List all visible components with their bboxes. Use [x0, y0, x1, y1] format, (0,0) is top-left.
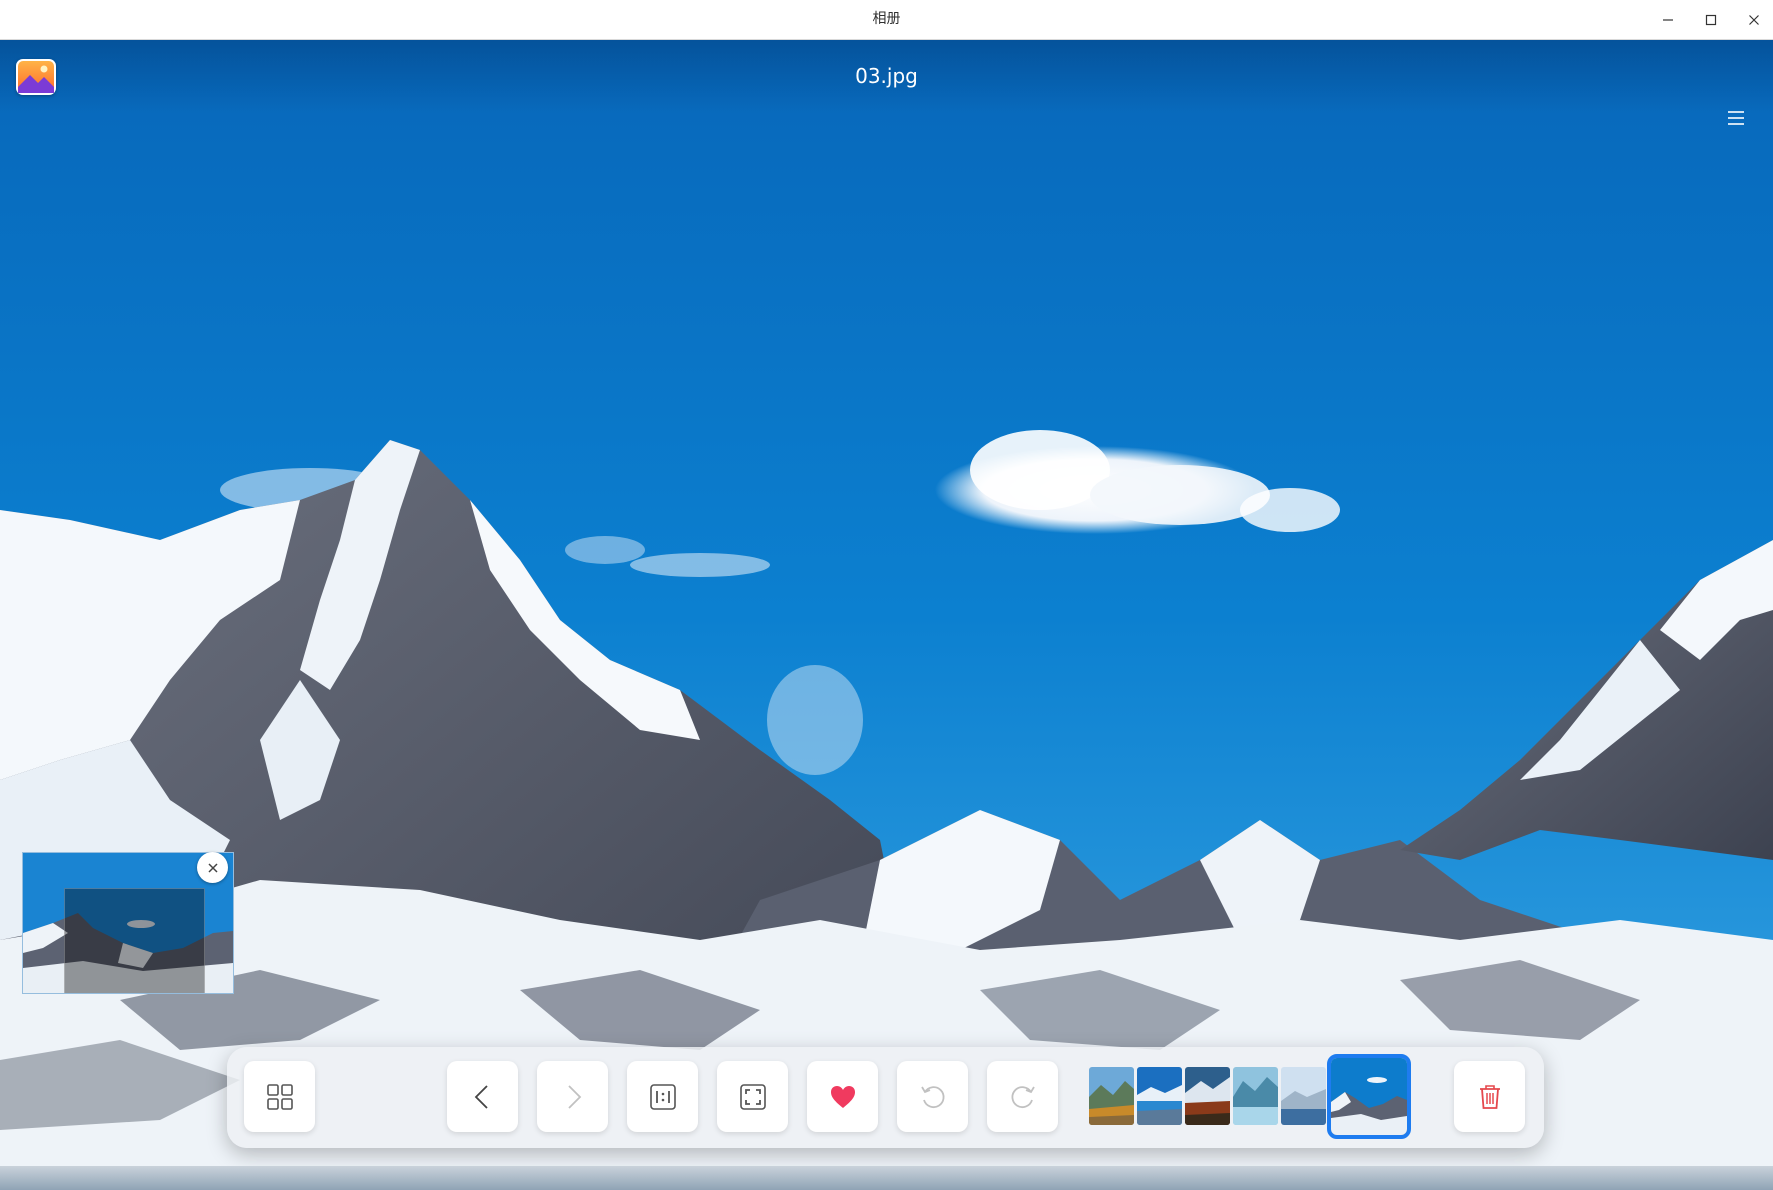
maximize-icon: [1705, 14, 1717, 25]
navigation-close-button[interactable]: [197, 852, 228, 883]
heart-icon: [830, 1085, 855, 1108]
thumbnail-item-current[interactable]: [1327, 1054, 1411, 1139]
thumbnail-item[interactable]: [1185, 1067, 1230, 1125]
hamburger-menu-icon: [1728, 111, 1744, 125]
grid-icon: [266, 1083, 293, 1110]
next-button[interactable]: [537, 1061, 608, 1132]
rotate-right-button[interactable]: [987, 1061, 1058, 1132]
rotate-ccw-icon: [920, 1085, 944, 1108]
minimize-button[interactable]: [1648, 0, 1688, 39]
file-name-label: 03.jpg: [855, 64, 918, 88]
thumbnail-item[interactable]: [1137, 1067, 1182, 1125]
window-title-bar: 相册: [0, 0, 1773, 40]
close-icon: [207, 862, 218, 873]
photo-image: [0, 40, 1773, 1190]
window-bottom-edge: [0, 1166, 1773, 1190]
fit-screen-icon: [739, 1083, 766, 1110]
favorite-button[interactable]: [807, 1061, 878, 1132]
window-title: 相册: [872, 11, 901, 27]
rotate-cw-icon: [1011, 1085, 1035, 1108]
viewer-toolbar: [227, 1047, 1544, 1148]
gallery-grid-button[interactable]: [244, 1061, 315, 1132]
trash-icon: [1479, 1084, 1500, 1109]
thumbnail-item[interactable]: [1281, 1067, 1326, 1125]
chevron-right-icon: [567, 1084, 581, 1109]
visible-region-indicator[interactable]: [64, 888, 205, 993]
photo-canvas[interactable]: [0, 40, 1773, 1190]
fit-window-button[interactable]: [717, 1061, 788, 1132]
close-window-button[interactable]: [1734, 0, 1773, 39]
thumbnail-item[interactable]: [1089, 1067, 1134, 1125]
delete-button[interactable]: [1454, 1061, 1525, 1132]
previous-button[interactable]: [447, 1061, 518, 1132]
main-menu-button[interactable]: [1718, 102, 1754, 134]
one-to-one-icon: [649, 1083, 676, 1110]
close-icon: [1749, 14, 1759, 25]
maximize-button[interactable]: [1691, 0, 1731, 39]
thumbnail-item[interactable]: [1233, 1067, 1278, 1125]
rotate-left-button[interactable]: [897, 1061, 968, 1132]
minimize-icon: [1663, 18, 1673, 21]
chevron-left-icon: [474, 1084, 488, 1109]
original-size-button[interactable]: [627, 1061, 698, 1132]
